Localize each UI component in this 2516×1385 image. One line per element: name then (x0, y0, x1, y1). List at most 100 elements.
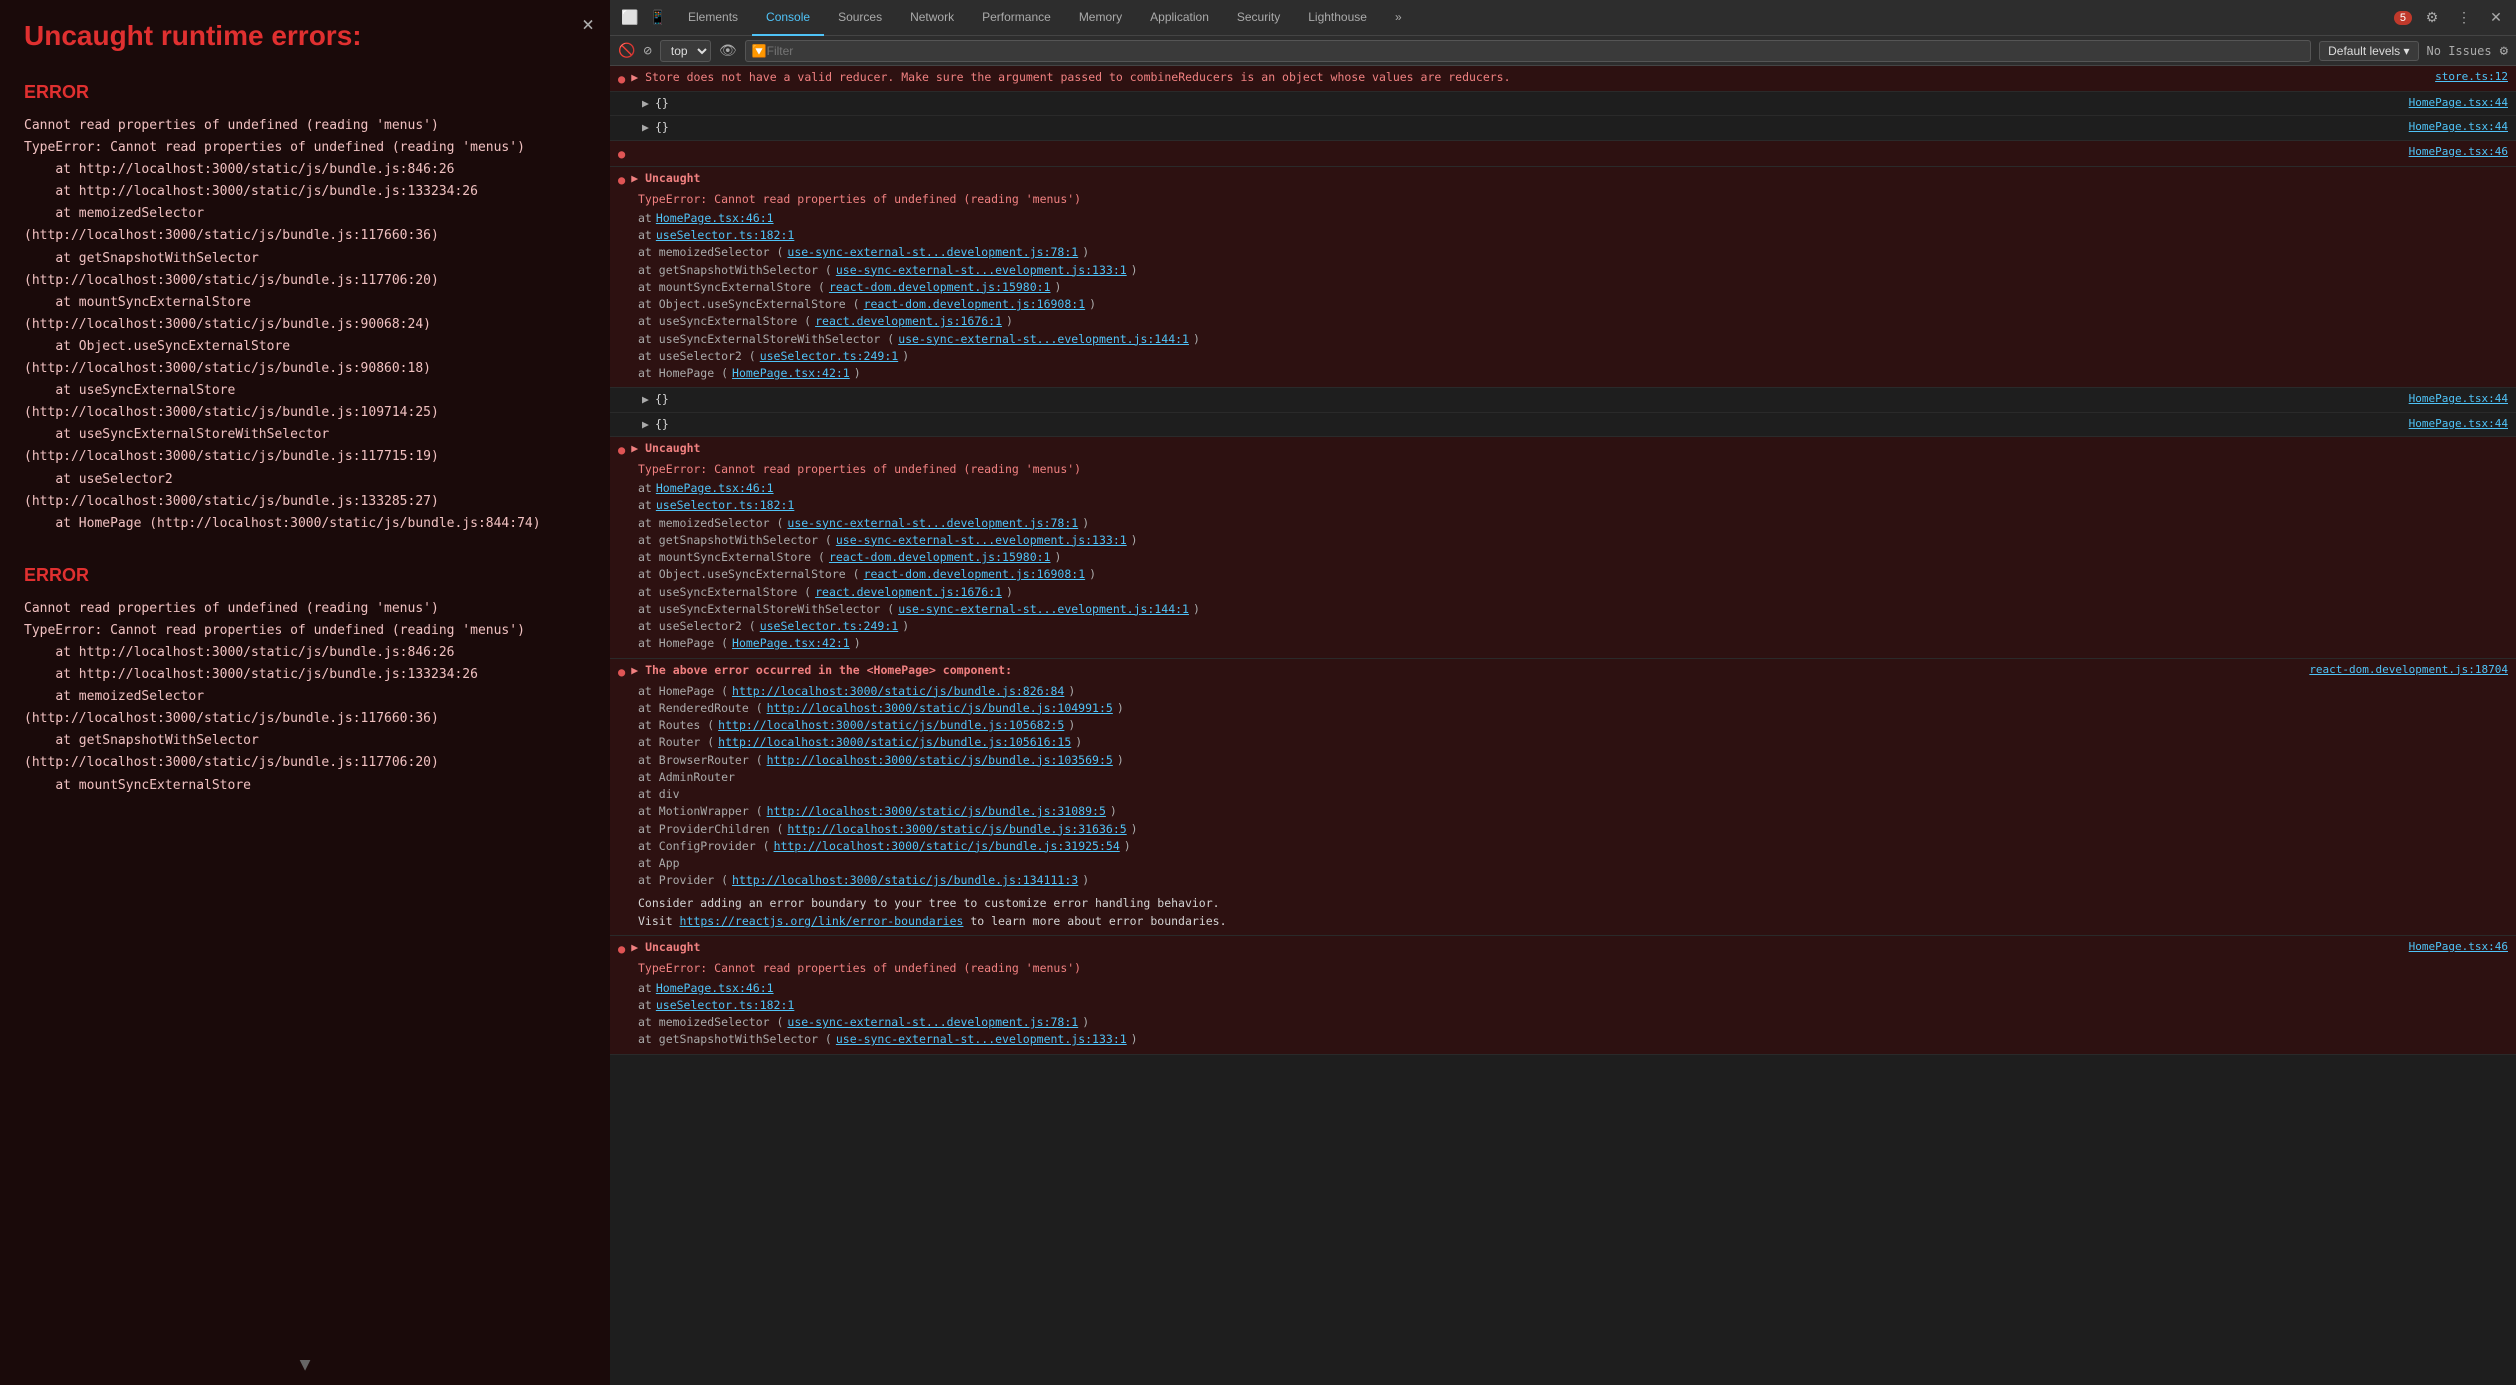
tab-console[interactable]: Console (752, 0, 824, 36)
device-icon[interactable]: 📱 (646, 6, 670, 30)
stack-link[interactable]: http://localhost:3000/static/js/bundle.j… (774, 838, 1120, 855)
entry-location[interactable]: react-dom.development.js:18704 (2309, 662, 2508, 679)
stack-link[interactable]: useSelector.ts:182:1 (656, 997, 794, 1014)
block-icon[interactable]: ⊘ (643, 43, 651, 59)
stack-link[interactable]: http://localhost:3000/static/js/bundle.j… (767, 700, 1113, 717)
obj-brace: {} (655, 95, 669, 112)
inspect-icon[interactable]: ⬜ (618, 6, 642, 30)
stack-link[interactable]: HomePage.tsx:42:1 (732, 635, 850, 652)
stack-line: at memoizedSelector (use-sync-external-s… (638, 1014, 2508, 1031)
entry-location[interactable]: HomePage.tsx:46 (2409, 939, 2508, 956)
expand-icon[interactable]: ▶ (642, 95, 649, 112)
tab-elements[interactable]: Elements (674, 0, 752, 36)
tab-sources[interactable]: Sources (824, 0, 896, 36)
stack-line: at Provider (http://localhost:3000/stati… (638, 872, 2508, 889)
filter-input-wrap: 🔽 (745, 40, 2311, 62)
context-selector[interactable]: top (660, 40, 711, 62)
stack-link[interactable]: http://localhost:3000/static/js/bundle.j… (732, 872, 1078, 889)
stack-link[interactable]: HomePage.tsx:42:1 (732, 365, 850, 382)
stack-link[interactable]: use-sync-external-st...evelopment.js:133… (836, 1031, 1127, 1048)
entry-location[interactable]: HomePage.tsx:44 (2409, 95, 2508, 112)
stack-line: at BrowserRouter (http://localhost:3000/… (638, 752, 2508, 769)
tab-network[interactable]: Network (896, 0, 968, 36)
tab-more[interactable]: » (1381, 0, 1416, 36)
obj-brace: {} (655, 416, 669, 433)
error-section-1: ERROR Cannot read properties of undefine… (24, 82, 586, 535)
entry-location[interactable]: HomePage.tsx:44 (2409, 119, 2508, 136)
tab-application[interactable]: Application (1136, 0, 1223, 36)
console-entry-above-error: ● ▶ The above error occurred in the <Hom… (610, 659, 2516, 937)
stack-link[interactable]: useSelector.ts:182:1 (656, 497, 794, 514)
uncaught-header[interactable]: ▶ Uncaught (631, 440, 700, 457)
error-label-1: ERROR (24, 82, 586, 103)
stack-link[interactable]: use-sync-external-st...development.js:78… (787, 1014, 1078, 1031)
entry-location[interactable]: HomePage.tsx:44 (2409, 391, 2508, 408)
tab-lighthouse[interactable]: Lighthouse (1294, 0, 1381, 36)
stack-link[interactable]: HomePage.tsx:46:1 (656, 980, 774, 997)
stack-line: at HomePage.tsx:46:1 (638, 980, 2508, 997)
stack-link[interactable]: react.development.js:1676:1 (815, 313, 1002, 330)
stack-link[interactable]: use-sync-external-st...evelopment.js:144… (898, 601, 1189, 618)
stack-link[interactable]: http://localhost:3000/static/js/bundle.j… (767, 803, 1106, 820)
stack-link[interactable]: use-sync-external-st...evelopment.js:133… (836, 532, 1127, 549)
stack-line: at ProviderChildren (http://localhost:30… (638, 821, 2508, 838)
settings-icon[interactable]: ⚙ (2420, 6, 2444, 30)
more-icon[interactable]: ⋮ (2452, 6, 2476, 30)
expand-icon[interactable]: ▶ (642, 119, 649, 136)
stack-block: TypeError: Cannot read properties of und… (618, 958, 2508, 1050)
consider-text: Consider adding an error boundary to you… (618, 892, 2508, 933)
settings-icon-right[interactable]: ⚙ (2500, 43, 2508, 59)
stack-link[interactable]: HomePage.tsx:46:1 (656, 480, 774, 497)
uncaught-header[interactable]: ▶ Uncaught (631, 939, 700, 956)
tab-security[interactable]: Security (1223, 0, 1294, 36)
stack-link[interactable]: react.development.js:1676:1 (815, 584, 1002, 601)
type-error: TypeError: Cannot read properties of und… (638, 191, 2508, 208)
entry-location[interactable]: store.ts:12 (2435, 69, 2508, 86)
stack-line: at useSelector.ts:182:1 (638, 997, 2508, 1014)
console-entry-blank: ● HomePage.tsx:46 (610, 141, 2516, 167)
stack-link[interactable]: useSelector.ts:249:1 (760, 618, 898, 635)
filter-input[interactable] (767, 44, 2305, 58)
console-content[interactable]: ● ▶ Store does not have a valid reducer.… (610, 66, 2516, 1385)
stack-link[interactable]: HomePage.tsx:46:1 (656, 210, 774, 227)
uncaught-header[interactable]: ▶ Uncaught (631, 170, 700, 187)
stack-link[interactable]: http://localhost:3000/static/js/bundle.j… (732, 683, 1064, 700)
tab-memory[interactable]: Memory (1065, 0, 1136, 36)
default-levels-button[interactable]: Default levels ▾ (2319, 41, 2418, 61)
devtools-panel: ⬜ 📱 Elements Console Sources Network Per… (610, 0, 2516, 1385)
error-boundary-link[interactable]: https://reactjs.org/link/error-boundarie… (680, 914, 964, 928)
console-entry-obj1: ▶ {} HomePage.tsx:44 (610, 92, 2516, 116)
error-text-2: Cannot read properties of undefined (rea… (24, 598, 586, 797)
stack-link[interactable]: use-sync-external-st...evelopment.js:133… (836, 262, 1127, 279)
stack-link[interactable]: http://localhost:3000/static/js/bundle.j… (718, 734, 1071, 751)
stack-link[interactable]: http://localhost:3000/static/js/bundle.j… (767, 752, 1113, 769)
eye-icon[interactable]: 👁 (719, 43, 737, 59)
above-error-header[interactable]: ▶ The above error occurred in the <HomeP… (631, 662, 1012, 679)
stack-link[interactable]: react-dom.development.js:15980:1 (829, 549, 1051, 566)
no-issues-label: No Issues (2427, 44, 2492, 58)
stack-line: at div (638, 786, 2508, 803)
stack-block: at HomePage (http://localhost:3000/stati… (618, 681, 2508, 892)
close-button[interactable]: × (582, 12, 594, 36)
console-entry-obj4: ▶ {} HomePage.tsx:44 (610, 413, 2516, 437)
tab-performance[interactable]: Performance (968, 0, 1065, 36)
devtools-tabs: Elements Console Sources Network Perform… (674, 0, 1416, 36)
console-entry-store-error: ● ▶ Store does not have a valid reducer.… (610, 66, 2516, 92)
entry-location[interactable]: HomePage.tsx:44 (2409, 416, 2508, 433)
stack-block: TypeError: Cannot read properties of und… (618, 459, 2508, 655)
expand-icon[interactable]: ▶ (642, 391, 649, 408)
stack-link[interactable]: http://localhost:3000/static/js/bundle.j… (718, 717, 1064, 734)
close-devtools-icon[interactable]: ✕ (2484, 6, 2508, 30)
stack-link[interactable]: useSelector.ts:182:1 (656, 227, 794, 244)
stack-link[interactable]: react-dom.development.js:16908:1 (864, 566, 1086, 583)
stack-link[interactable]: use-sync-external-st...evelopment.js:144… (898, 331, 1189, 348)
clear-console-icon[interactable]: 🚫 (618, 43, 635, 59)
entry-location[interactable]: HomePage.tsx:46 (2409, 144, 2508, 161)
stack-link[interactable]: react-dom.development.js:16908:1 (864, 296, 1086, 313)
stack-link[interactable]: react-dom.development.js:15980:1 (829, 279, 1051, 296)
stack-link[interactable]: http://localhost:3000/static/js/bundle.j… (787, 821, 1126, 838)
stack-link[interactable]: use-sync-external-st...development.js:78… (787, 244, 1078, 261)
stack-link[interactable]: use-sync-external-st...development.js:78… (787, 515, 1078, 532)
stack-link[interactable]: useSelector.ts:249:1 (760, 348, 898, 365)
expand-icon[interactable]: ▶ (642, 416, 649, 433)
